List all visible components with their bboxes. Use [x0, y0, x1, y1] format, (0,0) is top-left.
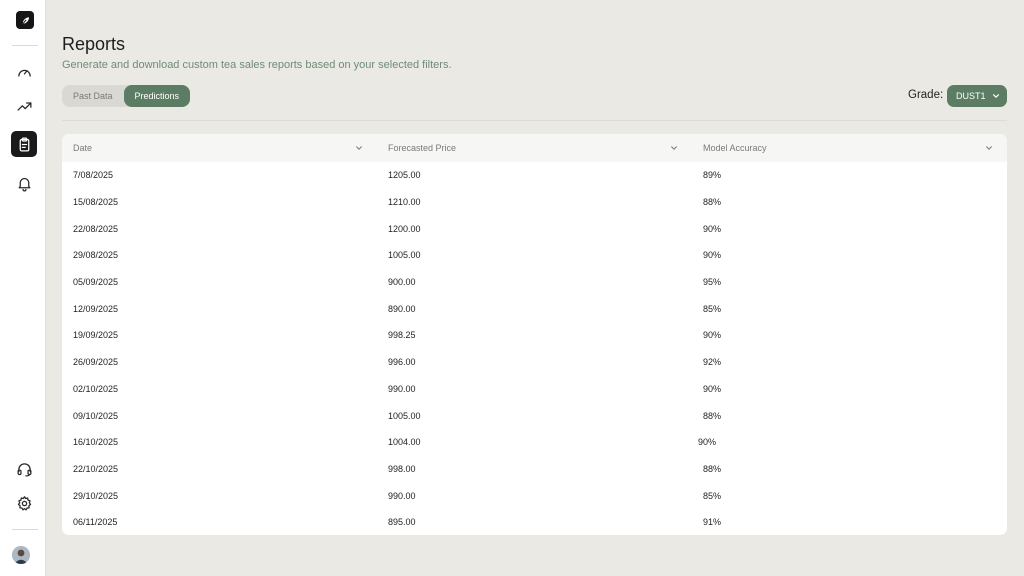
forecasted-price-cell: 900.00	[388, 277, 416, 288]
column-header-label: Model Accuracy	[703, 143, 767, 153]
table-row: 12/09/2025 890.00 85%	[62, 295, 1007, 322]
forecasted-price-cell: 1005.00	[388, 410, 421, 421]
clipboard-icon	[19, 136, 29, 152]
forecasted-price-cell: 998.25	[388, 330, 416, 341]
date-cell: 06/11/2025	[73, 517, 118, 528]
gear-icon	[17, 495, 31, 511]
trending-up-icon	[16, 101, 32, 111]
column-header-label: Date	[73, 143, 93, 153]
model-accuracy-cell: 90%	[703, 383, 722, 394]
page-title: Reports	[62, 34, 126, 54]
date-cell: 19/09/2025	[73, 330, 119, 341]
tab-predictions[interactable]: Predictions	[123, 85, 191, 107]
sidebar-item-analytics[interactable]	[11, 93, 37, 119]
grade-value: DUST1	[956, 91, 986, 101]
sidebar-item-support[interactable]	[11, 456, 37, 482]
bell-icon	[18, 177, 30, 192]
model-accuracy-cell: 85%	[703, 303, 722, 314]
forecasted-price-cell: 1205.00	[388, 170, 421, 181]
predictions-table: Date Forecasted Price Model Accuracy 7/0…	[62, 134, 1007, 535]
grade-label: Grade:	[908, 89, 944, 101]
forecasted-price-cell: 895.00	[388, 517, 416, 528]
table-row: 19/09/2025 998.25 90%	[62, 322, 1007, 349]
date-cell: 26/09/2025	[73, 357, 119, 368]
app-logo[interactable]	[16, 11, 34, 29]
forecasted-price-cell: 990.00	[388, 490, 416, 501]
sidebar-divider	[12, 529, 38, 530]
user-avatar-icon	[12, 546, 30, 564]
date-cell: 7/08/2025	[73, 170, 114, 181]
grade-select[interactable]: DUST1	[947, 85, 1007, 107]
table-row: 15/08/2025 1210.00 88%	[62, 189, 1007, 216]
date-cell: 29/10/2025	[73, 490, 119, 501]
forecasted-price-cell: 998.00	[388, 463, 416, 474]
chevron-down-icon	[992, 94, 999, 98]
date-cell: 29/08/2025	[73, 250, 119, 261]
sidebar-item-notifications[interactable]	[11, 170, 37, 196]
date-cell: 15/08/2025	[73, 197, 119, 208]
chevron-down-icon	[986, 146, 992, 150]
model-accuracy-cell: 88%	[703, 197, 722, 208]
table-row: 29/08/2025 1005.00 90%	[62, 242, 1007, 269]
chevron-down-icon	[356, 146, 362, 150]
table-row: 22/08/2025 1200.00 90%	[62, 215, 1007, 242]
sidebar-divider	[12, 45, 38, 46]
model-accuracy-cell: 88%	[703, 410, 722, 421]
sidebar	[0, 0, 46, 576]
forecasted-price-cell: 1200.00	[388, 223, 421, 234]
data-mode-toggle: Past Data Predictions	[62, 85, 191, 107]
table-row: 09/10/2025 1005.00 88%	[62, 402, 1007, 429]
model-accuracy-cell: 89%	[703, 170, 722, 181]
date-cell: 05/09/2025	[73, 277, 119, 288]
tab-past-data[interactable]: Past Data	[62, 85, 124, 107]
table-row: 26/09/2025 996.00 92%	[62, 349, 1007, 376]
chevron-down-icon	[671, 146, 677, 150]
model-accuracy-cell: 85%	[703, 490, 722, 501]
sidebar-item-settings[interactable]	[11, 490, 37, 516]
sidebar-item-dashboard[interactable]	[11, 59, 37, 85]
sidebar-item-reports[interactable]	[11, 131, 37, 157]
table-row: 02/10/2025 990.00 90%	[62, 376, 1007, 403]
forecasted-price-cell: 1210.00	[388, 197, 421, 208]
page-subtitle: Generate and download custom tea sales r…	[62, 59, 452, 71]
leaf-logo-icon	[21, 16, 29, 24]
forecasted-price-cell: 1005.00	[388, 250, 421, 261]
section-divider	[62, 120, 1007, 121]
date-cell: 12/09/2025	[73, 303, 119, 314]
forecasted-price-cell: 890.00	[388, 303, 416, 314]
model-accuracy-cell: 95%	[703, 277, 722, 288]
date-cell: 02/10/2025	[73, 383, 119, 394]
main-content: Reports Generate and download custom tea…	[46, 0, 1024, 576]
model-accuracy-cell: 91%	[703, 517, 722, 528]
date-cell: 22/10/2025	[73, 463, 119, 474]
table-header: Date Forecasted Price Model Accuracy	[62, 134, 1007, 162]
date-cell: 22/08/2025	[73, 223, 119, 234]
table-row: 16/10/2025 1004.00 90%	[62, 429, 1007, 456]
table-row: 06/11/2025 895.00 91%	[62, 509, 1007, 535]
model-accuracy-cell: 90%	[703, 250, 722, 261]
date-cell: 09/10/2025	[73, 410, 119, 421]
forecasted-price-cell: 990.00	[388, 383, 416, 394]
model-accuracy-cell: 92%	[703, 357, 722, 368]
model-accuracy-cell: 90%	[703, 330, 722, 341]
avatar[interactable]	[12, 546, 30, 564]
model-accuracy-cell: 90%	[698, 437, 717, 448]
table-row: 7/08/2025 1205.00 89%	[62, 162, 1007, 189]
column-header-model-accuracy[interactable]: Model Accuracy	[692, 143, 1007, 153]
column-header-forecasted-price[interactable]: Forecasted Price	[377, 143, 692, 153]
column-header-label: Forecasted Price	[388, 143, 457, 153]
table-row: 22/10/2025 998.00 88%	[62, 456, 1007, 483]
date-cell: 16/10/2025	[73, 437, 119, 448]
model-accuracy-cell: 88%	[703, 463, 722, 474]
table-row: 05/09/2025 900.00 95%	[62, 269, 1007, 296]
model-accuracy-cell: 90%	[703, 223, 722, 234]
gauge-icon	[17, 69, 31, 77]
table-row: 29/10/2025 990.00 85%	[62, 482, 1007, 509]
table-body: 7/08/2025 1205.00 89% 15/08/2025 1210.00 88% 2…	[62, 162, 1007, 535]
headset-icon	[16, 462, 32, 477]
column-header-date[interactable]: Date	[62, 143, 377, 153]
forecasted-price-cell: 1004.00	[388, 437, 421, 448]
forecasted-price-cell: 996.00	[388, 357, 416, 368]
